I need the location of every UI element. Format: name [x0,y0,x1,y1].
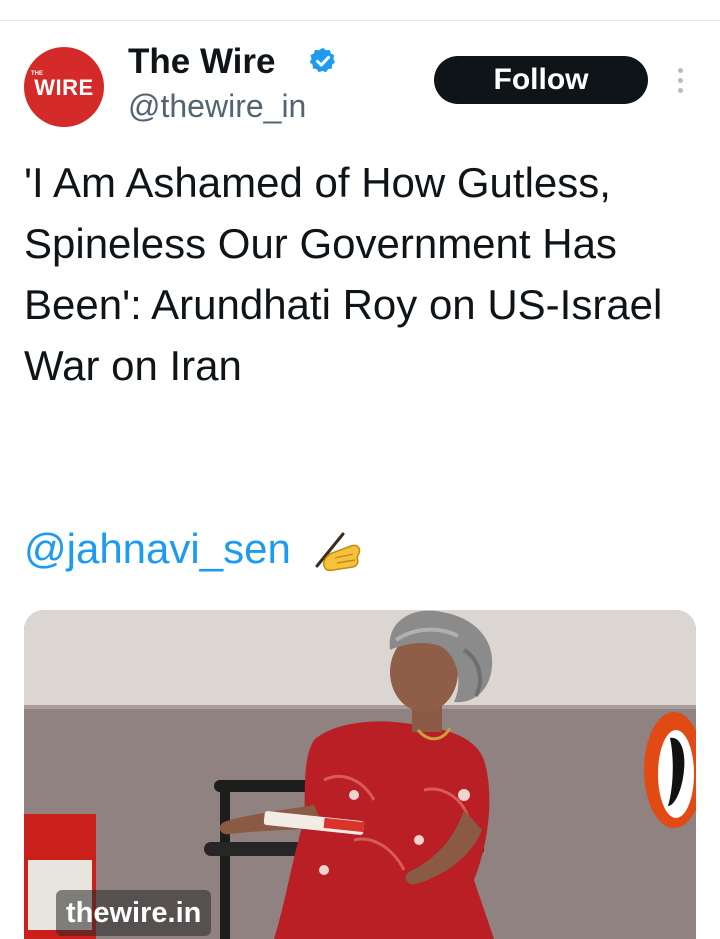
avatar-logo-text: WIRE [34,75,94,100]
tweet-text: 'I Am Ashamed of How Gutless, Spineless … [24,159,663,389]
account-handle[interactable]: @thewire_in [128,88,306,125]
follow-button[interactable]: Follow [434,56,648,104]
mention-link[interactable]: @jahnavi_sen [24,518,291,579]
avatar[interactable]: THE WIRE [24,47,104,127]
account-name[interactable]: The Wire [128,42,276,82]
tweet-media-image[interactable]: thewire.in [24,610,696,939]
more-vertical-icon[interactable] [672,64,688,96]
media-watermark: thewire.in [56,890,212,936]
verified-badge-icon [309,47,335,73]
writing-hand-icon [315,532,361,572]
top-divider [0,20,720,21]
